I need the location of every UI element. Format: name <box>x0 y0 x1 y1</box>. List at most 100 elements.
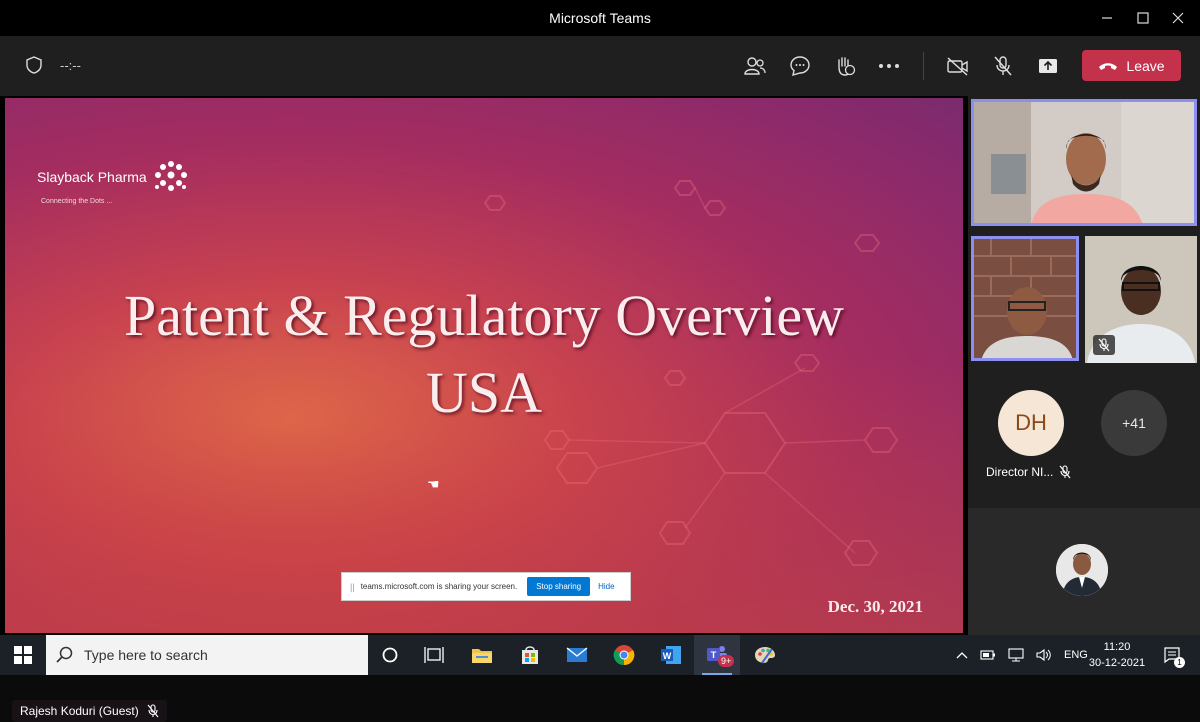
people-icon <box>744 57 766 75</box>
folder-icon <box>472 649 492 663</box>
shared-screen-stage: Slayback Pharma Connecting the Dots ... … <box>0 96 968 722</box>
file-explorer-button[interactable] <box>462 635 502 675</box>
leave-label: Leave <box>1126 57 1165 74</box>
participant-video-tile[interactable] <box>1085 236 1197 363</box>
company-logo: Slayback Pharma Connecting the Dots ... <box>37 158 191 205</box>
people-button[interactable] <box>743 54 767 78</box>
store-icon <box>522 646 538 664</box>
slide-title-line1: Patent & Regulatory Overview <box>124 283 844 348</box>
phone-hangup-icon <box>1099 62 1118 70</box>
volume-icon[interactable] <box>1036 648 1052 662</box>
window-title: Microsoft Teams <box>549 10 651 26</box>
mic-off-icon <box>147 704 159 718</box>
notification-count-badge: 1 <box>1174 657 1185 668</box>
hand-cursor-icon: ☚ <box>427 476 440 492</box>
drag-handle-icon[interactable]: || <box>350 582 355 592</box>
reactions-button[interactable] <box>833 54 857 78</box>
cortana-icon <box>382 647 398 663</box>
raise-hand-icon <box>838 57 856 76</box>
shield-icon[interactable] <box>26 56 42 74</box>
profile-photo <box>1056 544 1108 596</box>
participants-panel: DH Director NI... +41 <box>968 96 1200 635</box>
participant-video <box>971 99 1197 226</box>
participant-video-tile[interactable] <box>971 236 1079 361</box>
slide-date: Dec. 30, 2021 <box>827 597 923 616</box>
presenter-name: Rajesh Koduri (Guest) <box>20 704 139 718</box>
input-language[interactable]: ENG <box>1064 649 1088 661</box>
close-icon <box>1172 12 1184 24</box>
hide-banner-link[interactable]: Hide <box>598 582 614 591</box>
presenter-label: Rajesh Koduri (Guest) <box>12 700 167 722</box>
dots-logo-icon <box>154 161 187 191</box>
screen-share-banner: || teams.microsoft.com is sharing your s… <box>341 572 631 601</box>
store-button[interactable] <box>510 635 550 675</box>
search-placeholder: Type here to search <box>84 647 208 663</box>
slide-title: Patent & Regulatory Overview USA <box>5 278 963 431</box>
brand-tagline: Connecting the Dots ... <box>41 198 113 205</box>
mic-off-icon <box>1059 465 1071 479</box>
more-icon <box>879 64 899 68</box>
chat-button[interactable] <box>788 54 812 78</box>
clock-time: 11:20 <box>1103 641 1131 653</box>
more-participants-button[interactable]: +41 <box>1101 390 1167 456</box>
meeting-timer: --:-- <box>60 57 81 73</box>
paint-button[interactable] <box>745 635 785 675</box>
chrome-button[interactable] <box>604 635 644 675</box>
svg-text:W: W <box>663 651 672 661</box>
mic-off-icon <box>1098 338 1110 352</box>
toolbar-divider <box>923 52 924 80</box>
camera-button[interactable] <box>946 54 970 78</box>
paint-palette-icon <box>755 647 775 664</box>
share-message: teams.microsoft.com is sharing your scre… <box>360 582 518 591</box>
windows-taskbar: Type here to search W T 9+ ENG 11:20 30-… <box>0 635 1200 675</box>
mic-button[interactable] <box>991 54 1015 78</box>
system-tray: ENG <box>956 635 1088 675</box>
title-bar: Microsoft Teams <box>0 0 1200 36</box>
chat-icon <box>790 56 810 76</box>
meeting-info: --:-- <box>26 56 81 74</box>
chrome-icon <box>613 645 635 666</box>
participant-video-tile[interactable] <box>971 99 1197 226</box>
taskbar-search[interactable]: Type here to search <box>46 635 368 675</box>
clock-date: 30-12-2021 <box>1088 657 1146 669</box>
self-view-tile[interactable] <box>968 508 1200 635</box>
mail-button[interactable] <box>557 635 597 675</box>
word-icon: W <box>661 646 681 664</box>
mic-off-icon <box>994 56 1012 76</box>
self-avatar <box>1056 544 1108 596</box>
minimize-icon <box>1102 17 1112 19</box>
maximize-icon <box>1137 12 1149 24</box>
participant-name: Director NI... <box>986 465 1054 479</box>
task-view-button[interactable] <box>414 635 454 675</box>
participant-avatar[interactable]: DH <box>998 390 1064 456</box>
system-clock[interactable]: 11:20 30-12-2021 <box>1086 639 1148 671</box>
word-button[interactable]: W <box>651 635 691 675</box>
teams-button[interactable]: T 9+ <box>694 635 740 675</box>
participant-video <box>971 236 1079 361</box>
more-actions-button[interactable] <box>877 54 901 78</box>
chevron-up-icon[interactable] <box>956 651 968 659</box>
close-button[interactable] <box>1156 0 1200 36</box>
muted-indicator <box>1093 335 1115 355</box>
network-icon[interactable] <box>1008 648 1024 662</box>
brand-name: Slayback Pharma <box>37 169 147 185</box>
cortana-button[interactable] <box>370 635 410 675</box>
svg-text:T: T <box>711 650 717 660</box>
task-view-icon <box>424 647 444 663</box>
search-icon <box>56 646 73 663</box>
presentation-slide: Slayback Pharma Connecting the Dots ... … <box>5 98 963 633</box>
start-button[interactable] <box>0 635 46 675</box>
battery-icon[interactable] <box>980 650 996 660</box>
camera-off-icon <box>947 57 968 76</box>
notifications-button[interactable]: 1 <box>1152 635 1192 675</box>
slide-title-line2: USA <box>425 359 543 425</box>
share-screen-icon <box>1039 59 1057 73</box>
teams-notification-badge: 9+ <box>718 655 735 667</box>
participant-name-label: Director NI... <box>986 465 1071 479</box>
share-button[interactable] <box>1036 54 1060 78</box>
mail-icon <box>566 647 588 662</box>
stop-sharing-button[interactable]: Stop sharing <box>527 577 591 596</box>
windows-logo-icon <box>14 646 32 664</box>
leave-button[interactable]: Leave <box>1082 50 1181 81</box>
meeting-toolbar: --:-- Leave <box>0 36 1200 96</box>
